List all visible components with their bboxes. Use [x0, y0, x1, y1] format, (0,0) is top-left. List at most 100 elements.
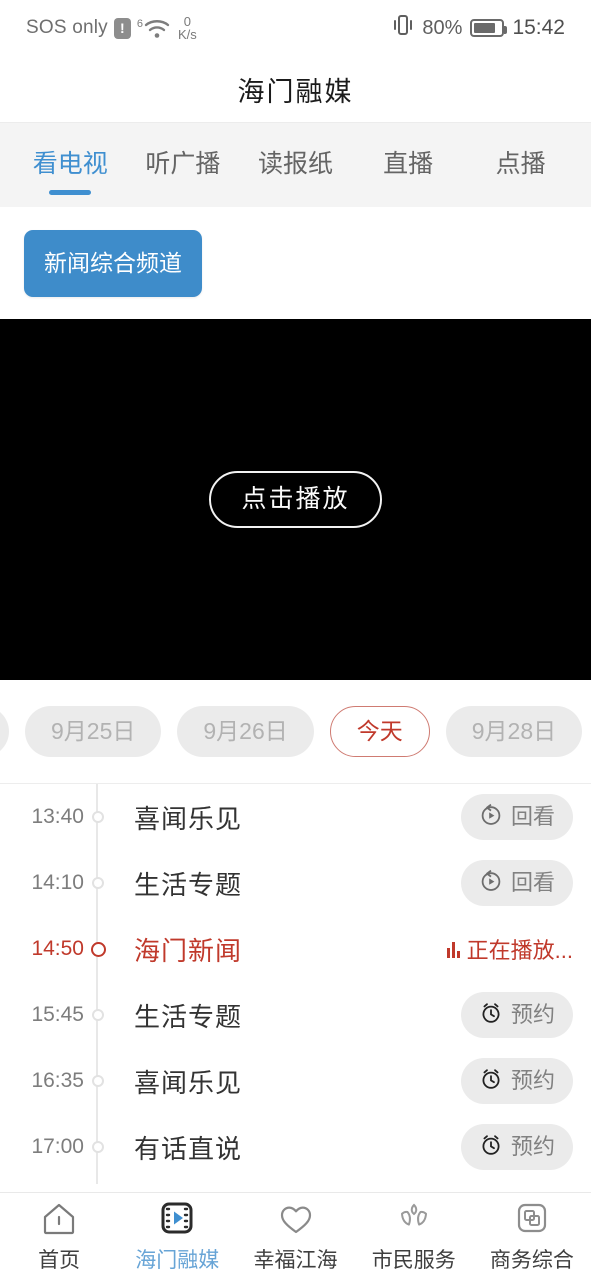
carrier-label: SOS only — [26, 17, 108, 38]
date-chip-today[interactable]: 今天 — [329, 706, 430, 757]
program-action[interactable]: 回看 — [460, 794, 573, 840]
vibrate-icon — [392, 13, 414, 43]
nav-label: 市民服务 — [371, 1249, 456, 1272]
replay-icon — [479, 869, 503, 897]
replay-label: 回看 — [510, 870, 555, 895]
timeline-marker — [84, 877, 112, 889]
table-row[interactable]: 17:00 有话直说 预约 — [0, 1114, 591, 1180]
program-title: 喜闻乐见 — [134, 1067, 243, 1098]
heart-icon — [277, 1199, 315, 1239]
reserve-label: 预约 — [510, 1002, 555, 1027]
date-selector[interactable]: 日 9月25日 9月26日 今天 9月28日 — [0, 680, 591, 784]
date-chip-0926[interactable]: 9月26日 — [177, 706, 314, 757]
nav-item-home[interactable]: 首页 — [0, 1199, 118, 1274]
table-row[interactable]: 14:10 生活专题 回看 — [0, 850, 591, 916]
table-row[interactable]: 14:50 海门新闻 正在播放... — [0, 916, 591, 982]
table-row[interactable]: 16:35 喜闻乐见 预约 — [0, 1048, 591, 1114]
tab-listen-radio[interactable]: 听广播 — [127, 123, 240, 207]
tab-live[interactable]: 直播 — [352, 123, 465, 207]
tab-label: 读报纸 — [257, 150, 333, 178]
nav-label: 商务综合 — [489, 1249, 574, 1272]
network-speed-unit: K/s — [177, 27, 197, 42]
hands-sprout-icon — [394, 1199, 434, 1239]
clock-label: 15:42 — [512, 16, 565, 39]
tab-watch-tv[interactable]: 看电视 — [14, 123, 127, 207]
reserve-label: 预约 — [510, 1068, 555, 1093]
timeline-marker — [84, 1141, 112, 1153]
nav-item-happy-jianghai[interactable]: 幸福江海 — [236, 1199, 354, 1274]
reserve-button[interactable]: 预约 — [460, 992, 573, 1038]
program-title: 有话直说 — [134, 1133, 243, 1164]
network-speed: 0 K/s — [178, 15, 197, 41]
copy-squares-icon — [513, 1199, 551, 1239]
tab-read-newspaper[interactable]: 读报纸 — [239, 123, 352, 207]
status-badge: 正在播放... — [446, 933, 573, 965]
replay-button[interactable]: 回看 — [460, 794, 573, 840]
tab-label: 看电视 — [32, 150, 108, 178]
reserve-button[interactable]: 预约 — [460, 1058, 573, 1104]
equalizer-icon — [446, 941, 460, 958]
nav-label: 海门融媒 — [135, 1249, 220, 1272]
program-title: 喜闻乐见 — [134, 803, 243, 834]
app-screen: SOS only ! 6 0 K/s 80% 15:42 海门融媒 看电视 听广… — [0, 0, 591, 1280]
timeline-marker-current — [84, 941, 112, 957]
status-bar-left: SOS only ! 6 0 K/s — [26, 15, 197, 41]
channel-chip-news-comprehensive[interactable]: 新闻综合频道 — [24, 229, 202, 297]
video-player[interactable]: 点击播放 — [0, 319, 591, 680]
battery-icon — [470, 19, 508, 37]
program-action[interactable]: 回看 — [460, 860, 573, 906]
category-tabbar: 看电视 听广播 读报纸 直播 点播 — [0, 122, 591, 207]
tab-on-demand[interactable]: 点播 — [464, 123, 577, 207]
nav-label: 首页 — [38, 1249, 81, 1272]
app-header: 海门融媒 — [0, 56, 591, 122]
table-row[interactable]: 13:40 喜闻乐见 回看 — [0, 784, 591, 850]
replay-icon — [479, 803, 503, 831]
nav-item-citizen-services[interactable]: 市民服务 — [355, 1199, 473, 1274]
nav-item-haimen-media[interactable]: 海门融媒 — [118, 1199, 236, 1274]
program-title: 海门新闻 — [134, 935, 243, 966]
program-time: 17:00 — [31, 1135, 84, 1158]
program-action[interactable]: 预约 — [460, 992, 573, 1038]
replay-label: 回看 — [510, 804, 555, 829]
date-chip-0928[interactable]: 9月28日 — [445, 706, 583, 757]
play-button[interactable]: 点击播放 — [209, 471, 382, 528]
program-title: 生活专题 — [134, 1001, 243, 1032]
home-icon — [40, 1199, 78, 1239]
replay-button[interactable]: 回看 — [460, 860, 573, 906]
timeline-marker — [84, 1075, 112, 1087]
program-time: 15:45 — [31, 1003, 84, 1026]
nav-label: 幸福江海 — [253, 1249, 338, 1272]
bottom-navigation: 首页 海门融媒 幸福江海 市民服务 商务综合 — [0, 1192, 591, 1280]
date-label: 9月28日 — [471, 718, 557, 744]
warning-badge-icon: ! — [113, 17, 131, 39]
alarm-clock-icon — [479, 1001, 503, 1029]
program-time: 13:40 — [31, 805, 84, 828]
channel-label: 新闻综合频道 — [44, 249, 182, 276]
alarm-clock-icon — [479, 1067, 503, 1095]
wifi-icon: 6 — [137, 18, 170, 39]
tab-label: 点播 — [495, 150, 546, 178]
program-time: 14:50 — [31, 937, 84, 960]
wifi-generation-label: 6 — [136, 17, 143, 30]
tab-active-underline — [49, 190, 92, 195]
timeline-marker — [84, 811, 112, 823]
page-title: 海门融媒 — [237, 76, 354, 107]
program-schedule-list: 13:40 喜闻乐见 回看 14:10 生活专题 回看 14:50 海门新闻 正… — [0, 784, 591, 1184]
program-action[interactable]: 预约 — [460, 1058, 573, 1104]
nav-item-business[interactable]: 商务综合 — [473, 1199, 591, 1274]
date-chip-0925[interactable]: 9月25日 — [25, 706, 162, 757]
tab-label: 听广播 — [145, 150, 221, 178]
date-chip-partial[interactable]: 日 — [0, 706, 9, 757]
now-playing-label: 正在播放... — [466, 938, 573, 963]
program-time: 14:10 — [31, 871, 84, 894]
program-action[interactable]: 预约 — [460, 1124, 573, 1170]
reserve-button[interactable]: 预约 — [460, 1124, 573, 1170]
play-button-label: 点击播放 — [241, 485, 350, 513]
date-label: 9月26日 — [203, 718, 288, 744]
film-play-icon — [158, 1199, 196, 1239]
alarm-clock-icon — [479, 1133, 503, 1161]
table-row[interactable]: 15:45 生活专题 预约 — [0, 982, 591, 1048]
channel-selector: 新闻综合频道 — [0, 207, 591, 319]
date-label: 今天 — [356, 718, 403, 744]
reserve-label: 预约 — [510, 1134, 555, 1159]
